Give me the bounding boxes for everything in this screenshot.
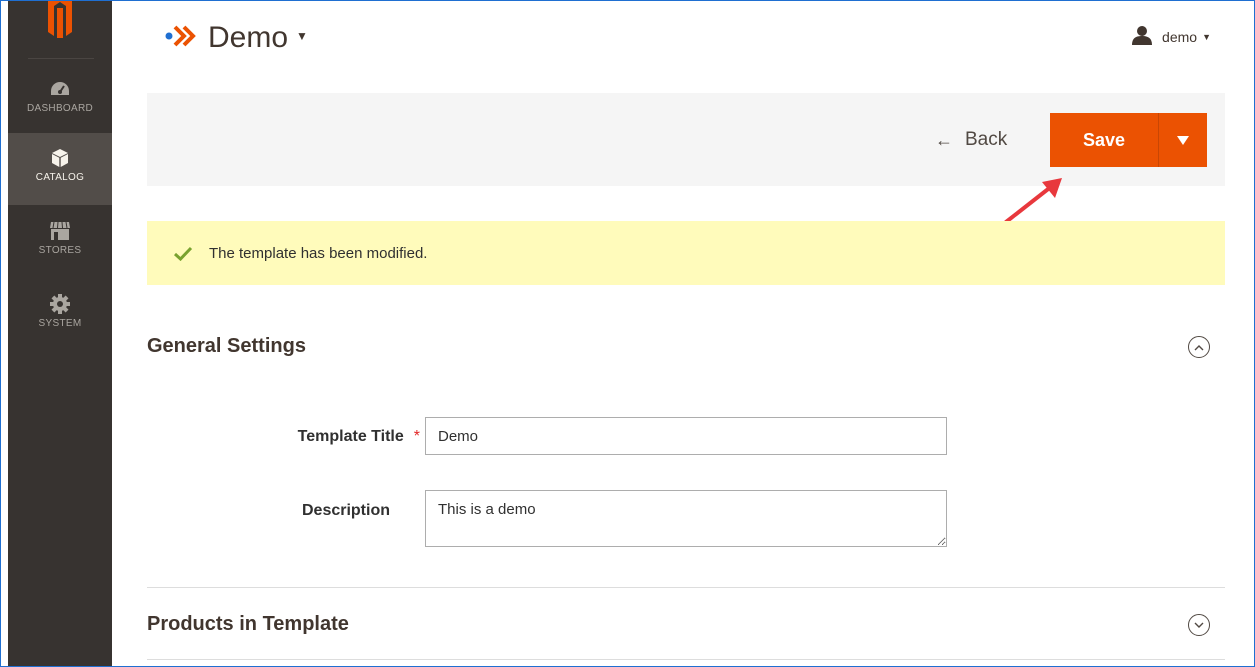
save-options-toggle[interactable] <box>1158 113 1207 167</box>
nav-label: SYSTEM <box>38 318 82 329</box>
save-split-button: Save <box>1050 113 1207 167</box>
stores-icon <box>49 220 71 242</box>
back-button[interactable]: ← Back <box>935 129 1007 151</box>
nav-item-dashboard[interactable]: DASHBOARD <box>8 64 112 136</box>
template-title-input[interactable] <box>425 417 947 455</box>
message-text: The template has been modified. <box>209 244 428 262</box>
gear-icon <box>50 293 70 315</box>
page-title: Demo <box>208 21 289 54</box>
expand-section-button[interactable] <box>1188 614 1210 636</box>
dashboard-icon <box>50 78 70 100</box>
description-label: Description <box>301 502 390 519</box>
check-icon <box>173 246 193 261</box>
admin-sidebar: DASHBOARD CATALOG STORES SYSTEM <box>8 0 112 667</box>
collapse-section-button[interactable] <box>1188 336 1210 358</box>
nav-label: DASHBOARD <box>26 103 94 114</box>
user-icon <box>1132 26 1153 48</box>
description-textarea[interactable]: This is a demo <box>425 490 947 547</box>
user-account-menu[interactable]: demo ▼ <box>1132 26 1211 48</box>
logo-divider <box>28 58 94 59</box>
magento-logo[interactable] <box>8 0 112 58</box>
page-title-switcher[interactable]: Demo ▼ <box>164 18 308 58</box>
nav-label: CATALOG <box>35 172 85 183</box>
chevron-down-icon: ▼ <box>296 29 308 43</box>
success-message: The template has been modified. <box>147 221 1225 285</box>
general-settings-title[interactable]: General Settings <box>147 335 306 358</box>
back-button-label: Back <box>965 129 1008 150</box>
nav-label: STORES <box>38 245 82 256</box>
chevron-up-icon <box>1194 344 1204 350</box>
products-in-template-title[interactable]: Products in Template <box>147 613 349 636</box>
section-divider <box>147 587 1225 588</box>
template-title-label: Template Title * <box>297 428 420 445</box>
module-logo-icon <box>164 25 198 52</box>
chevron-down-icon: ▼ <box>1202 32 1211 42</box>
user-name: demo <box>1162 29 1198 45</box>
save-button[interactable]: Save <box>1050 113 1158 167</box>
arrow-left-icon: ← <box>935 129 953 150</box>
nav-item-system[interactable]: SYSTEM <box>8 279 112 351</box>
logo-icon <box>48 0 72 38</box>
nav-item-stores[interactable]: STORES <box>8 206 112 278</box>
chevron-down-icon <box>1194 622 1204 628</box>
nav-item-catalog[interactable]: CATALOG <box>8 133 112 205</box>
section-divider <box>147 659 1225 660</box>
catalog-icon <box>51 147 69 169</box>
chevron-down-icon <box>1177 135 1189 145</box>
required-marker: * <box>413 428 420 445</box>
